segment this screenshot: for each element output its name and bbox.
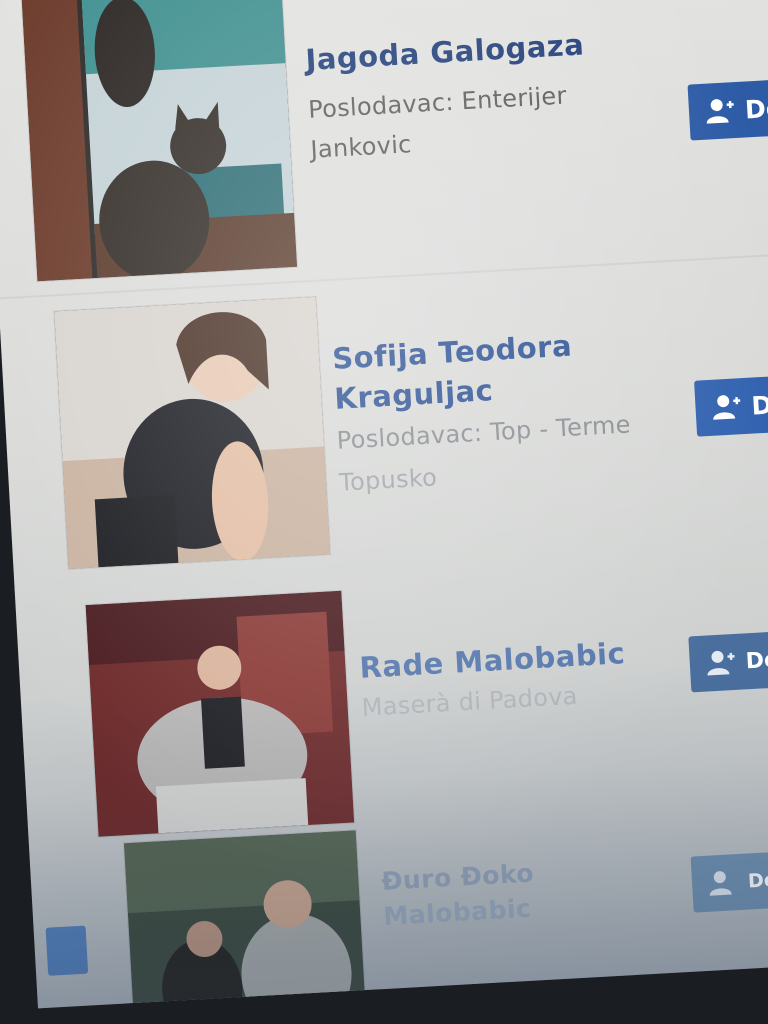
add-friend-button-label: Doda [750,387,768,421]
profile-photo-duro[interactable] [123,830,366,1009]
profile-photo-jagoda[interactable] [21,0,298,282]
person-name-link-line2[interactable]: Kraguljac [333,372,495,417]
add-friend-button[interactable]: Dodajte p [690,845,768,913]
person-name-link-line2[interactable]: Malobabic [382,891,532,935]
add-friend-button[interactable]: Dodajte [688,625,768,693]
partial-edge-button[interactable] [45,925,89,976]
profile-photo-rade[interactable] [85,590,355,837]
add-friend-button-label: Dod [744,91,768,124]
add-friend-icon [709,871,732,896]
add-friend-button[interactable]: Dod [687,75,768,141]
add-friend-icon [706,99,734,124]
person-name-link[interactable]: Rade Malobabic [359,635,627,686]
employer-text-line2: Topusko [338,463,438,497]
add-friend-button-label: Dodajte p [747,865,768,893]
employer-text-line1: Poslodavac: Enterijer [307,81,568,124]
people-list-screen: Jagoda Galogaza Poslodavac: Enterijer Ja… [0,0,768,1009]
profile-photo-sofija[interactable] [54,296,331,569]
add-friend-icon [713,395,741,420]
employer-text-line2: Jankovic [309,130,413,164]
add-friend-icon [707,650,735,676]
two-people-photo-icon [123,830,366,1009]
add-friend-button[interactable]: Doda [694,371,768,437]
woman-photo-icon [54,296,331,569]
person-name-link[interactable]: Jagoda Galogaza [305,26,586,78]
man-photo-icon [85,590,355,837]
add-friend-button-label: Dodajte [745,643,768,674]
person-name-link[interactable]: Sofija Teodora [331,328,573,377]
cat-photo-icon [21,0,298,282]
